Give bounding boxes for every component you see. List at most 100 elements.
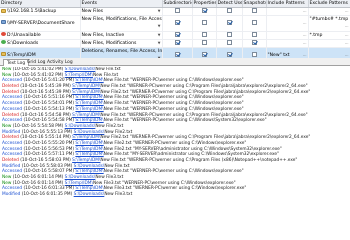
ellipsis-icon[interactable]: … <box>303 20 307 27</box>
ellipsis-icon[interactable]: … <box>303 40 307 47</box>
prop-checkbox[interactable] <box>201 19 207 25</box>
column-header[interactable]: Directory <box>0 0 81 8</box>
chevron-down-icon[interactable]: ▼ <box>158 23 161 30</box>
log-path-link[interactable]: S:\Temp\IDM\ <box>72 84 100 89</box>
directory-cell: \\192.168.1.5\Backup <box>0 7 81 17</box>
log-path-link[interactable]: S:\Temp\IDM\ <box>75 95 103 100</box>
log-event-type: Accessed <box>2 95 23 101</box>
snap-checkbox[interactable] <box>251 51 257 57</box>
log-path-link[interactable]: S:\Temp\IDM\ <box>65 181 93 186</box>
users-checkbox[interactable] <box>226 39 232 45</box>
users-checkbox[interactable] <box>226 8 232 13</box>
snap-checkbox[interactable] <box>251 39 257 45</box>
table-row[interactable]: \\MY-SERVER\DocumentShare New Files, Modi… <box>0 15 350 32</box>
events-cell[interactable]: New Files, Inactive ▼ <box>80 31 163 40</box>
include-patterns-cell[interactable]: … <box>266 7 309 17</box>
events-cell[interactable]: New Files, Modifications, File Access ▼ <box>80 15 163 32</box>
log-path-link[interactable]: S:\Temp\IDM\ <box>72 158 100 163</box>
log-detail: New File2.txt "WERNER-PC\werner using C:… <box>103 140 247 146</box>
ellipsis-icon[interactable]: … <box>345 8 349 15</box>
log-path-link[interactable]: S:\Temp\IDM\ <box>75 147 103 152</box>
events-cell[interactable]: New Files ▼ <box>80 7 163 17</box>
users-checkbox[interactable] <box>226 19 232 25</box>
sub-checkbox[interactable] <box>174 39 180 45</box>
prop-checkbox[interactable] <box>201 8 207 13</box>
snap-checkbox[interactable] <box>251 8 257 13</box>
log-event-type: Accessed <box>2 101 23 107</box>
column-header[interactable]: Include Patterns <box>266 0 309 8</box>
sub-checkbox[interactable] <box>174 8 180 13</box>
chevron-down-icon[interactable]: ▼ <box>158 40 161 47</box>
log-event-type: Accessed <box>2 140 23 146</box>
exclude-patterns-cell[interactable]: "#tumbs# *.tmp… <box>308 15 350 32</box>
log-path-link[interactable]: S:\Temp\IDM\ <box>75 141 103 146</box>
log-event-type: Modified <box>2 129 21 135</box>
log-path-link[interactable]: S:\Temp\IDM\ <box>75 169 103 174</box>
log-path-link[interactable]: S:\Downloads\ <box>65 124 96 129</box>
include-patterns-cell[interactable]: … <box>266 15 309 32</box>
users-checkbox[interactable] <box>226 51 232 57</box>
prop-checkbox[interactable] <box>201 51 207 57</box>
text-log-panel[interactable]: New (10-Oct-16 5:41:02 PM) S:\Downloads\… <box>0 67 350 200</box>
log-path-link[interactable]: S:\Temp\IDM\ <box>75 118 103 123</box>
log-path-link[interactable]: S:\Temp\IDM\ <box>75 107 103 112</box>
ellipsis-icon[interactable]: … <box>345 40 349 47</box>
network-share-icon <box>1 20 6 25</box>
exclude-patterns-cell[interactable]: *.tmp … <box>308 31 350 40</box>
chevron-down-icon[interactable]: ▼ <box>158 8 161 15</box>
log-path-link[interactable]: S:\Temp\IDM\ <box>75 101 103 106</box>
log-path-link[interactable]: S:\Temp\IDM\ <box>75 186 103 191</box>
snap-checkbox[interactable] <box>251 31 257 37</box>
column-header[interactable]: Detect Users <box>216 0 243 8</box>
log-timestamp: (10-Oct-16 5:45:39 PM) <box>20 89 71 95</box>
log-path-link[interactable]: S:\Temp\IDM\ <box>75 152 103 157</box>
log-detail: New File2.txt <box>95 123 124 129</box>
exclude-patterns-cell[interactable]: … <box>308 39 350 49</box>
include-patterns-cell[interactable]: … <box>266 39 309 49</box>
log-detail: New File.txt "WERNER-PC\werner using C:\… <box>103 169 244 175</box>
column-header[interactable]: Subdirectories <box>162 0 193 8</box>
log-path-link[interactable]: S:\Temp\IDM\ <box>72 113 100 118</box>
exclude-patterns-cell[interactable]: … <box>308 7 350 17</box>
log-path-link[interactable]: S:\Downloads\ <box>65 175 96 180</box>
table-row[interactable]: D:\Unavailable New Files, Inactive ▼… *.tmp… <box>0 31 350 40</box>
ellipsis-icon[interactable]: … <box>303 8 307 15</box>
table-row[interactable]: S:\Downloads New Files, Modifications ▼…… <box>0 39 350 49</box>
log-event-type: New <box>2 180 12 186</box>
sub-checkbox[interactable] <box>174 51 180 57</box>
log-path-link[interactable]: S:\Temp\IDM\ <box>72 135 100 140</box>
log-path-link[interactable]: S:\Downloads\ <box>65 67 96 72</box>
users-checkbox[interactable] <box>226 31 232 37</box>
ellipsis-icon[interactable]: … <box>345 23 349 30</box>
chevron-down-icon[interactable]: ▼ <box>158 32 161 39</box>
column-header[interactable]: Exclude Patterns <box>308 0 350 8</box>
log-detail: New File2.txt "MY-SERVER\administrator u… <box>103 146 282 152</box>
ellipsis-icon[interactable]: … <box>303 32 307 39</box>
include-patterns-cell[interactable]: … <box>266 31 309 40</box>
events-cell[interactable]: New Files, Modifications ▼ <box>80 39 163 49</box>
log-event-type: Accessed <box>2 169 23 175</box>
log-path-link[interactable]: S:\Downloads\ <box>74 130 105 135</box>
prop-checkbox[interactable] <box>201 39 207 45</box>
column-header[interactable]: Snapshots <box>242 0 267 8</box>
table-row[interactable]: \\192.168.1.5\Backup New Files ▼ … … <box>0 7 350 17</box>
prop-checkbox[interactable] <box>201 31 207 37</box>
ellipsis-icon[interactable]: … <box>345 32 349 39</box>
sub-checkbox[interactable] <box>174 19 180 25</box>
exclude-patterns-text: *.tmp <box>309 32 323 38</box>
snap-checkbox[interactable] <box>251 19 257 25</box>
log-timestamp: (10-Oct-16 5:51:16 PM) <box>23 95 75 101</box>
exclude-patterns-text: "#tumbs# *.tmp <box>309 17 349 23</box>
column-header[interactable]: Events <box>80 0 163 8</box>
directory-text: \\192.168.1.5\Backup <box>7 9 57 14</box>
log-path-link[interactable]: S:\Temp\IDM\ <box>65 73 93 78</box>
tab-activity-log[interactable]: Activity Log <box>44 59 76 66</box>
log-event-type: New <box>2 72 12 78</box>
log-path-link[interactable]: S:\Downloads\ <box>74 192 105 197</box>
sub-checkbox[interactable] <box>174 31 180 37</box>
log-path-link[interactable]: S:\Downloads\ <box>74 164 105 169</box>
log-path-link[interactable]: S:\Temp\IDM\ <box>75 78 103 83</box>
column-header[interactable]: Properties <box>192 0 217 8</box>
log-path-link[interactable]: S:\Temp\IDM\ <box>72 90 100 95</box>
users-cell <box>216 39 243 49</box>
